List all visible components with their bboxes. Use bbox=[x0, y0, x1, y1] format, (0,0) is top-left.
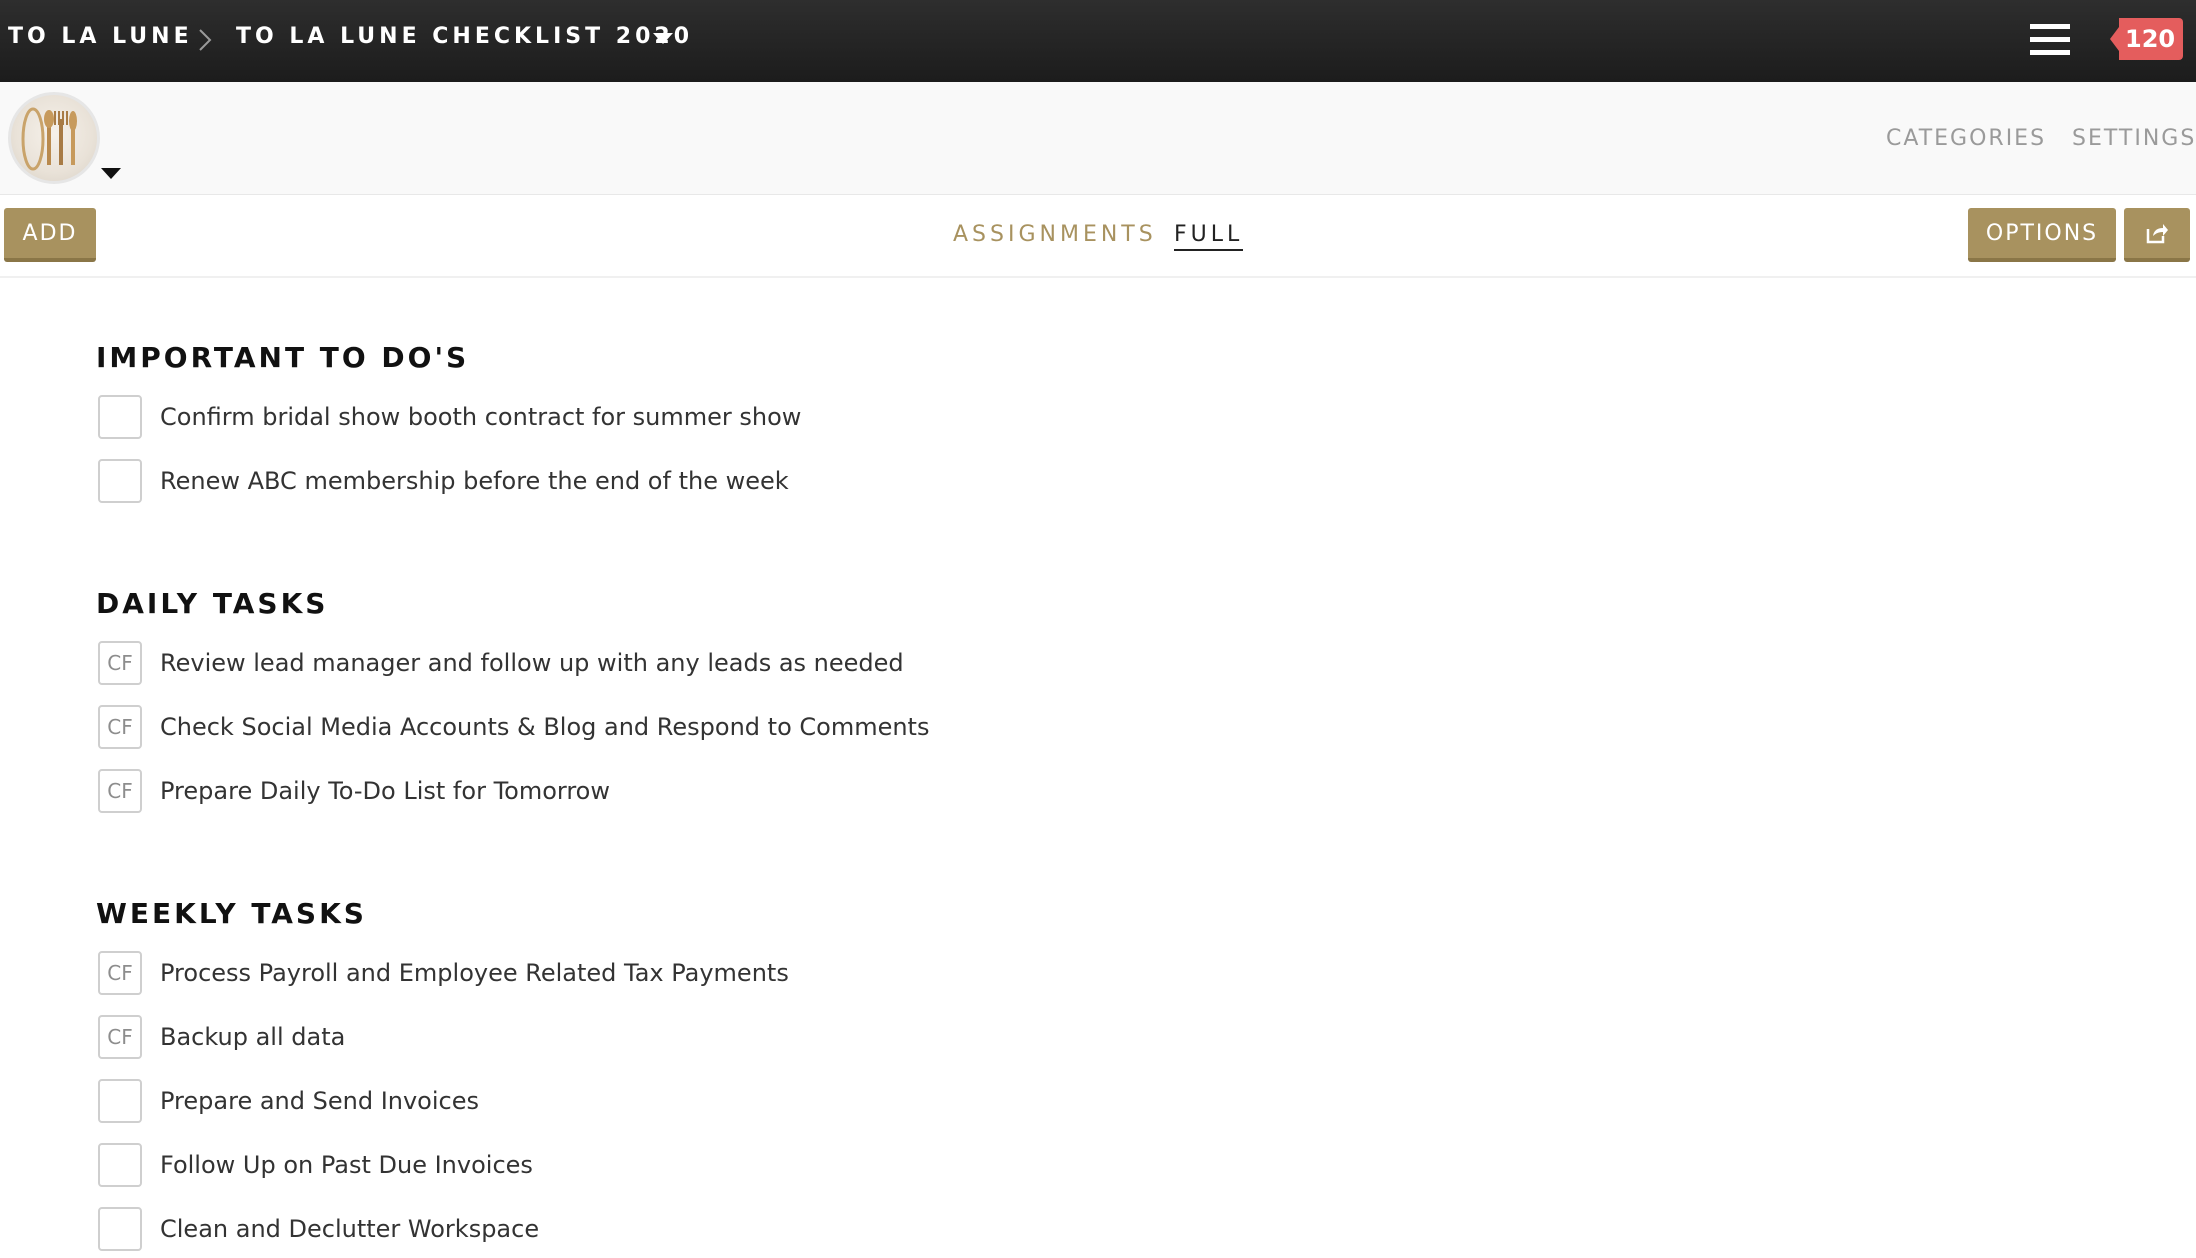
list-item[interactable]: CF Review lead manager and follow up wit… bbox=[98, 640, 904, 686]
task-label: Review lead manager and follow up with a… bbox=[160, 649, 904, 677]
section-weekly: WEEKLY TASKS bbox=[96, 894, 367, 934]
task-label: Clean and Declutter Workspace bbox=[160, 1215, 540, 1243]
breadcrumb-current[interactable]: TO LA LUNE CHECKLIST 2020 bbox=[236, 24, 693, 49]
checklist-content: IMPORTANT TO DO'S Confirm bridal show bo… bbox=[0, 280, 2196, 1258]
list-item[interactable]: CF Backup all data bbox=[98, 1014, 345, 1060]
section-title: WEEKLY TASKS bbox=[96, 897, 367, 930]
task-checkbox[interactable] bbox=[98, 1207, 142, 1251]
task-checkbox[interactable]: CF bbox=[98, 769, 142, 813]
task-checkbox[interactable] bbox=[98, 459, 142, 503]
badge-tip bbox=[2110, 27, 2119, 51]
task-checkbox[interactable]: CF bbox=[98, 641, 142, 685]
share-button[interactable] bbox=[2124, 208, 2190, 262]
share-icon bbox=[2146, 224, 2168, 244]
list-item[interactable]: Confirm bridal show booth contract for s… bbox=[98, 394, 801, 440]
avatar[interactable] bbox=[8, 92, 100, 184]
task-checkbox[interactable] bbox=[98, 1079, 142, 1123]
notification-badge[interactable]: 120 bbox=[2110, 18, 2184, 60]
task-label: Confirm bridal show booth contract for s… bbox=[160, 403, 802, 431]
caret-down-icon[interactable] bbox=[100, 167, 122, 186]
task-label: Prepare and Send Invoices bbox=[160, 1087, 479, 1115]
list-item[interactable]: Prepare and Send Invoices bbox=[98, 1078, 479, 1124]
notification-count: 120 bbox=[2119, 18, 2184, 60]
list-item[interactable]: CF Process Payroll and Employee Related … bbox=[98, 950, 789, 996]
chevron-right-icon bbox=[196, 20, 214, 65]
caret-down-icon[interactable] bbox=[652, 32, 674, 51]
section-daily: DAILY TASKS bbox=[96, 584, 328, 624]
task-label: Check Social Media Accounts & Blog and R… bbox=[160, 713, 930, 741]
task-checkbox[interactable]: CF bbox=[98, 705, 142, 749]
settings-link[interactable]: SETTINGS bbox=[2072, 126, 2196, 151]
task-label: Prepare Daily To-Do List for Tomorrow bbox=[160, 777, 610, 805]
section-important: IMPORTANT TO DO'S bbox=[96, 338, 469, 378]
sub-header: CATEGORIES SETTINGS bbox=[0, 82, 2196, 195]
list-item[interactable]: CF Prepare Daily To-Do List for Tomorrow bbox=[98, 768, 610, 814]
list-item[interactable]: Follow Up on Past Due Invoices bbox=[98, 1142, 533, 1188]
task-label: Follow Up on Past Due Invoices bbox=[160, 1151, 533, 1179]
hamburger-icon[interactable] bbox=[2030, 22, 2070, 63]
task-label: Process Payroll and Employee Related Tax… bbox=[160, 959, 789, 987]
task-checkbox[interactable]: CF bbox=[98, 1015, 142, 1059]
list-item[interactable]: Clean and Declutter Workspace bbox=[98, 1206, 539, 1252]
categories-link[interactable]: CATEGORIES bbox=[1886, 126, 2046, 151]
breadcrumb-root[interactable]: TO LA LUNE bbox=[8, 24, 193, 49]
tab-full[interactable]: FULL bbox=[1174, 222, 1244, 251]
task-checkbox[interactable] bbox=[98, 1143, 142, 1187]
list-item[interactable]: Renew ABC membership before the end of t… bbox=[98, 458, 789, 504]
task-checkbox[interactable] bbox=[98, 395, 142, 439]
list-item[interactable]: CF Check Social Media Accounts & Blog an… bbox=[98, 704, 929, 750]
task-label: Backup all data bbox=[160, 1023, 346, 1051]
cutlery-logo-icon bbox=[21, 107, 77, 171]
top-bar: TO LA LUNE TO LA LUNE CHECKLIST 2020 120 bbox=[0, 0, 2196, 82]
options-button[interactable]: OPTIONS bbox=[1968, 208, 2116, 262]
tab-assignments[interactable]: ASSIGNMENTS bbox=[953, 222, 1157, 247]
section-title: DAILY TASKS bbox=[96, 587, 329, 620]
section-title: IMPORTANT TO DO'S bbox=[96, 341, 470, 374]
task-label: Renew ABC membership before the end of t… bbox=[160, 467, 789, 495]
toolbar: ADD ASSIGNMENTS FULL OPTIONS bbox=[0, 196, 2196, 278]
add-button[interactable]: ADD bbox=[4, 208, 96, 262]
task-checkbox[interactable]: CF bbox=[98, 951, 142, 995]
